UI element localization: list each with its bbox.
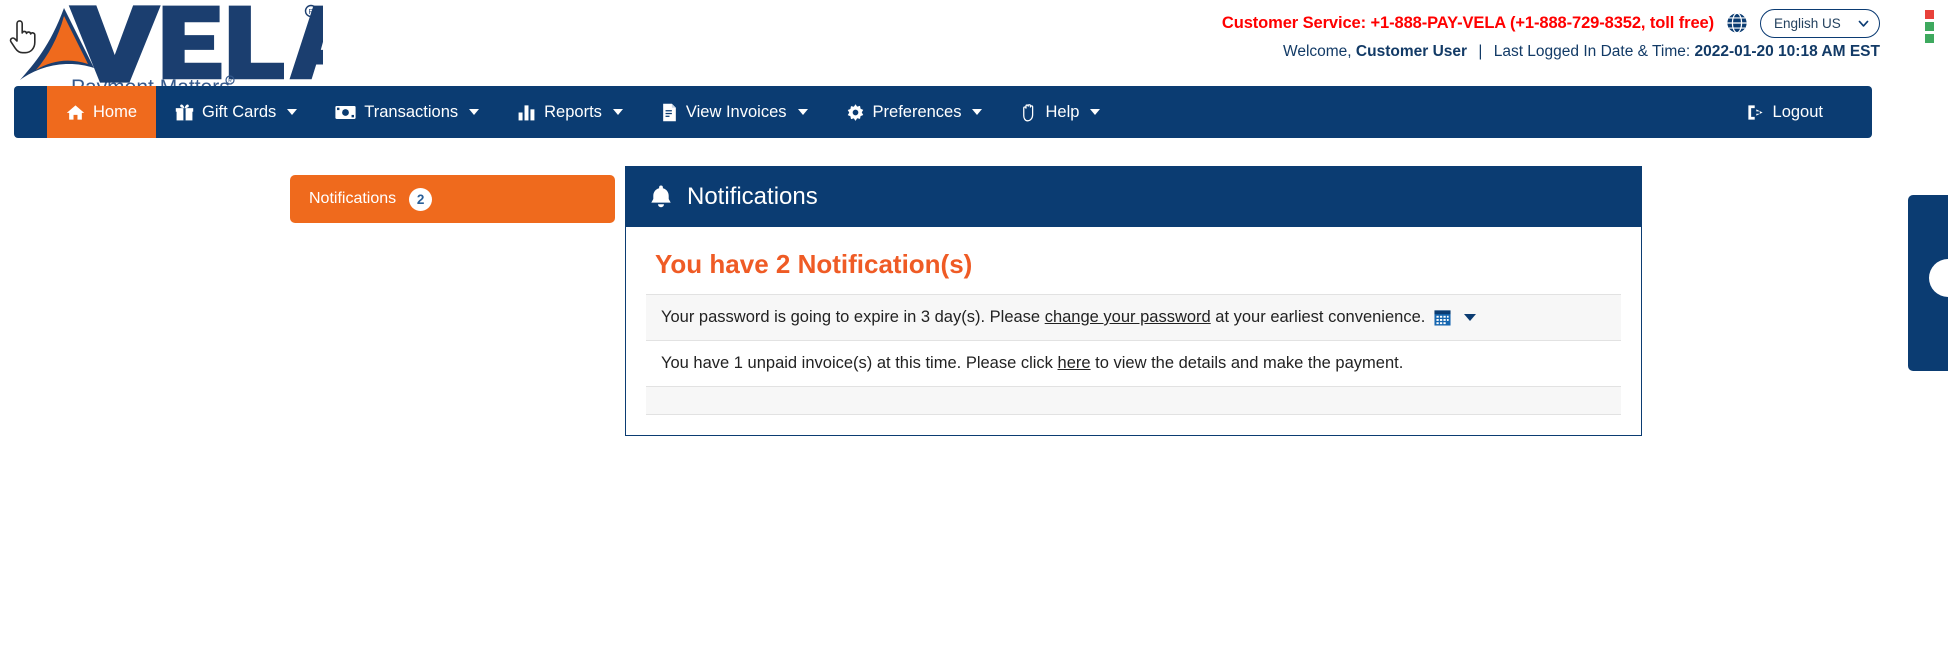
chevron-down-icon: [797, 109, 808, 115]
extension-indicator-dots: [1925, 10, 1934, 43]
language-select-value: English US: [1774, 15, 1841, 31]
notification-row-password: Your password is going to expire in 3 da…: [646, 295, 1621, 341]
nav-item-gift-cards-label: Gift Cards: [202, 102, 277, 121]
nav-left-spacer: [14, 86, 47, 138]
nav-item-view-invoices-label: View Invoices: [685, 102, 787, 121]
main-navigation: Home Gift Cards Transactions Reports Vie…: [14, 86, 1872, 138]
nav-item-preferences-label: Preferences: [872, 102, 962, 121]
user-name: Customer User: [1355, 43, 1468, 60]
chevron-down-icon: [1090, 109, 1101, 115]
calendar-icon[interactable]: [1434, 309, 1451, 326]
notifications-panel-body: You have 2 Notification(s) Your password…: [626, 227, 1641, 415]
nav-item-transactions[interactable]: Transactions: [316, 86, 498, 138]
notifications-panel-header: Notifications: [626, 167, 1641, 227]
chevron-down-icon: [612, 109, 623, 115]
gear-icon: [846, 103, 865, 122]
globe-icon[interactable]: [1726, 12, 1748, 34]
last-login-label: Last Logged In Date & Time:: [1493, 43, 1691, 60]
nav-item-help[interactable]: Help: [1001, 86, 1119, 138]
sidebar-item-notifications-label: Notifications: [309, 190, 397, 207]
nav-item-help-label: Help: [1045, 102, 1080, 121]
notifications-count-badge: 2: [409, 187, 433, 211]
welcome-line: Welcome, Customer User | Last Logged In …: [1222, 43, 1880, 61]
logout-label: Logout: [1772, 102, 1823, 121]
caret-down-icon[interactable]: [1464, 314, 1477, 321]
home-icon: [66, 103, 85, 122]
welcome-prefix: Welcome,: [1282, 43, 1352, 60]
main-content: Notifications 2 Notifications You have 2…: [0, 138, 1948, 652]
app-page: R Payment Matters R Customer Service: +1…: [0, 0, 1948, 652]
chevron-down-icon: [469, 109, 480, 115]
logout-button[interactable]: Logout: [1727, 103, 1842, 122]
svg-text:R: R: [308, 9, 313, 16]
nav-item-view-invoices[interactable]: View Invoices: [642, 86, 827, 138]
notification-row-invoice: You have 1 unpaid invoice(s) at this tim…: [646, 341, 1621, 387]
notification-text-after: to view the details and make the payment…: [1090, 354, 1404, 372]
svg-text:R: R: [228, 79, 232, 85]
nav-item-reports[interactable]: Reports: [498, 86, 642, 138]
notification-text: Your password is going to expire in 3 da…: [661, 308, 1425, 327]
sign-out-icon: [1746, 103, 1765, 122]
notifications-summary: You have 2 Notification(s): [655, 249, 973, 279]
panel-title: Notifications: [687, 183, 818, 210]
notification-row-empty: [646, 387, 1621, 415]
collapsed-chat-widget[interactable]: [1908, 195, 1948, 371]
nav-item-home[interactable]: Home: [47, 86, 157, 138]
money-bill-icon: [335, 103, 356, 122]
notifications-panel: Notifications You have 2 Notification(s)…: [625, 166, 1642, 436]
nav-item-transactions-label: Transactions: [364, 102, 459, 121]
customer-service-text: Customer Service: +1-888-PAY-VELA (+1-88…: [1221, 13, 1714, 32]
nav-item-home-label: Home: [93, 102, 138, 121]
last-login-value: 2022-01-20 10:18 AM EST: [1694, 43, 1880, 60]
notification-text-after: at your earliest convenience.: [1210, 308, 1426, 326]
bell-icon: [649, 184, 673, 210]
notifications-list: Your password is going to expire in 3 da…: [646, 294, 1621, 415]
chevron-down-icon: [287, 109, 298, 115]
nav-item-preferences[interactable]: Preferences: [827, 86, 1002, 138]
header-separator: |: [1478, 43, 1483, 60]
left-tab-column: Notifications 2: [290, 175, 615, 223]
nav-right-group: Logout: [1727, 86, 1872, 138]
customer-service-line: Customer Service: +1-888-PAY-VELA (+1-88…: [1222, 8, 1880, 38]
bar-chart-icon: [517, 103, 536, 122]
notification-text: You have 1 unpaid invoice(s) at this tim…: [661, 354, 1403, 373]
file-invoice-icon: [661, 103, 678, 122]
sidebar-item-notifications[interactable]: Notifications 2: [290, 175, 615, 223]
gift-icon: [175, 103, 194, 122]
language-select[interactable]: English US: [1760, 8, 1880, 38]
notification-text-before: You have 1 unpaid invoice(s) at this tim…: [661, 354, 1058, 372]
chat-widget-handle[interactable]: [1929, 259, 1948, 297]
view-invoice-link[interactable]: here: [1058, 354, 1091, 372]
hand-icon: [1020, 103, 1037, 122]
vela-logo[interactable]: R Payment Matters R: [8, 2, 323, 98]
change-password-link[interactable]: change your password: [1045, 308, 1211, 326]
nav-item-gift-cards[interactable]: Gift Cards: [156, 86, 316, 138]
nav-item-reports-label: Reports: [544, 102, 602, 121]
header-right-block: Customer Service: +1-888-PAY-VELA (+1-88…: [1222, 8, 1880, 61]
chevron-down-icon: [1858, 20, 1869, 27]
chevron-down-icon: [972, 109, 983, 115]
notification-text-before: Your password is going to expire in 3 da…: [661, 308, 1045, 326]
